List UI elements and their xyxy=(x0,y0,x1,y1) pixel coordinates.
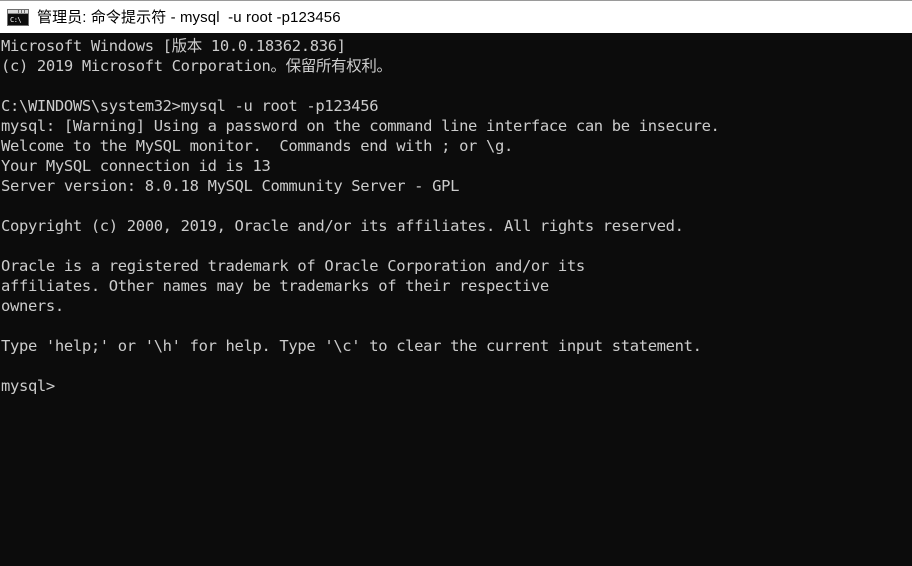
console-line: mysql: [Warning] Using a password on the… xyxy=(1,117,720,135)
console-line: mysql> xyxy=(1,377,55,395)
console-line: Oracle is a registered trademark of Orac… xyxy=(1,257,585,275)
console-line: Microsoft Windows [版本 10.0.18362.836] xyxy=(1,37,346,55)
console-line: Copyright (c) 2000, 2019, Oracle and/or … xyxy=(1,217,684,235)
cmd-icon-titlebar xyxy=(8,10,28,14)
cmd-window: C:\ 管理员: 命令提示符 - mysql -u root -p123456 … xyxy=(0,0,912,566)
console-line: owners. xyxy=(1,297,64,315)
console-line: Welcome to the MySQL monitor. Commands e… xyxy=(1,137,513,155)
console-line: (c) 2019 Microsoft Corporation。保留所有权利。 xyxy=(1,57,392,75)
cmd-icon-prompt-text: C:\ xyxy=(10,16,22,24)
console-line: Server version: 8.0.18 MySQL Community S… xyxy=(1,177,460,195)
console-line: C:\WINDOWS\system32>mysql -u root -p1234… xyxy=(1,97,379,115)
window-title: 管理员: 命令提示符 - mysql -u root -p123456 xyxy=(37,8,341,26)
console-line: affiliates. Other names may be trademark… xyxy=(1,277,549,295)
console-output-area[interactable]: Microsoft Windows [版本 10.0.18362.836] (c)… xyxy=(0,33,912,566)
console-line: Your MySQL connection id is 13 xyxy=(1,157,271,175)
cmd-console-icon: C:\ xyxy=(7,9,29,26)
console-line: Type 'help;' or '\h' for help. Type '\c'… xyxy=(1,337,702,355)
window-titlebar[interactable]: C:\ 管理员: 命令提示符 - mysql -u root -p123456 xyxy=(0,0,912,33)
